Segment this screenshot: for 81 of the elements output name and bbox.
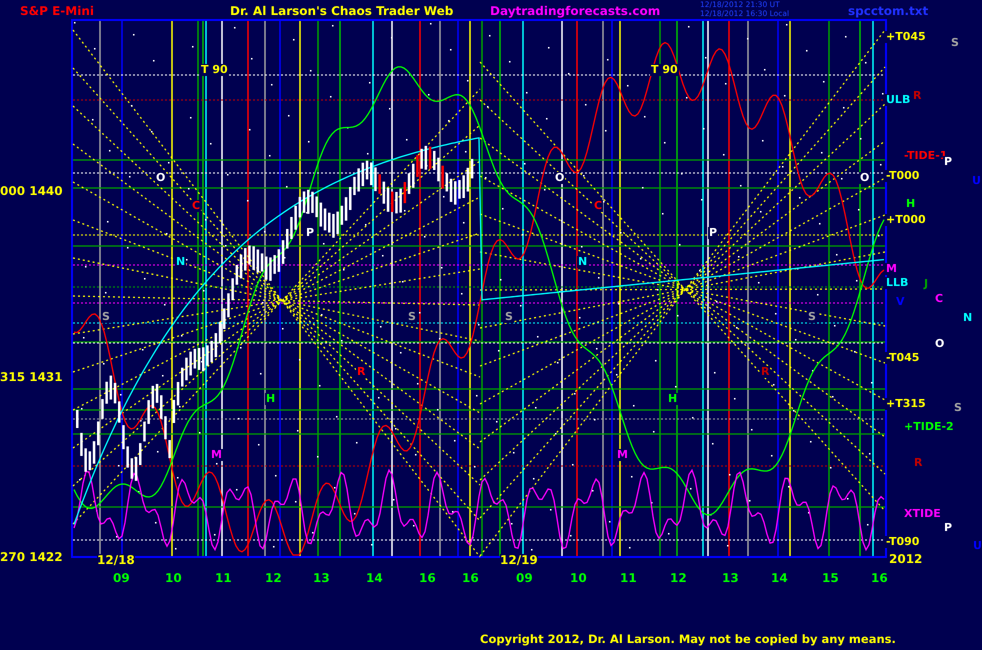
- price-candle: [181, 368, 184, 387]
- plot-label: O: [554, 172, 566, 184]
- plot-label: N: [577, 256, 588, 268]
- price-candle: [160, 395, 162, 419]
- level-label: J: [923, 278, 930, 290]
- price-candle: [118, 401, 120, 423]
- y-axis-label: 315 1431: [0, 371, 63, 384]
- level-label: C: [934, 293, 944, 306]
- level-label: S: [950, 37, 960, 50]
- plot-label: H: [265, 393, 276, 406]
- x-axis-label: 14: [366, 572, 383, 586]
- price-candle: [97, 421, 100, 446]
- price-candle: [307, 190, 310, 214]
- chart-title: Dr. Al Larson's Chaos Trader Web: [230, 5, 454, 18]
- price-candle: [433, 150, 436, 170]
- price-candle: [286, 228, 288, 249]
- x-axis-label: 12: [670, 572, 687, 586]
- year-label: 2012: [889, 553, 922, 566]
- x-axis-label: 11: [215, 572, 232, 586]
- x-axis-label: 11: [620, 572, 637, 586]
- x-axis-label: 09: [516, 572, 533, 586]
- level-label: +T045: [885, 31, 927, 44]
- plot-label: M: [616, 449, 629, 462]
- plot-label: O: [155, 172, 166, 184]
- level-label: -T000: [885, 170, 920, 182]
- y-axis-label: 270 1422: [0, 551, 63, 564]
- x-axis-label: 09: [113, 572, 130, 586]
- copyright-text: Copyright 2012, Dr. Al Larson. May not be copied by any means.: [480, 633, 896, 646]
- plot-label: P: [708, 227, 718, 240]
- price-candle: [349, 187, 352, 210]
- price-candle: [139, 443, 142, 466]
- price-candle: [391, 192, 394, 212]
- plot-label: R: [760, 366, 770, 378]
- x-axis-label: 12: [265, 572, 282, 586]
- y-axis-label: 000 1440: [0, 185, 63, 198]
- level-label: M: [885, 263, 898, 276]
- x-axis-label: 14: [771, 572, 788, 586]
- x-axis-label: 10: [570, 572, 587, 586]
- x-axis-label: 16: [871, 572, 888, 586]
- plot-label: R: [356, 366, 366, 378]
- level-label: LLB: [885, 277, 910, 290]
- level-label: -T045: [885, 352, 920, 364]
- x-axis-label: 16: [462, 572, 479, 586]
- x-axis-label: 13: [722, 572, 739, 586]
- level-label: U: [972, 540, 982, 552]
- price-candle: [202, 347, 204, 372]
- plot-label: T 90: [650, 64, 679, 76]
- level-label: S: [953, 402, 963, 414]
- chart-symbol: S&P E-Mini: [20, 5, 94, 18]
- level-label: ULB: [885, 94, 912, 106]
- price-candle: [328, 212, 330, 233]
- level-label: U: [971, 175, 982, 188]
- price-candle: [76, 410, 78, 428]
- x-axis-label: 16: [419, 572, 436, 586]
- level-label: +T000: [885, 214, 927, 226]
- x-axis-label: 13: [313, 572, 330, 586]
- price-candle: [244, 248, 246, 271]
- date-label: 12/18: [97, 554, 135, 568]
- plot-label: T 90: [200, 64, 229, 76]
- x-axis-label: 10: [165, 572, 182, 586]
- plot-label: O: [859, 172, 870, 184]
- date-label: 12/19: [500, 554, 538, 568]
- price-candle: [454, 181, 456, 205]
- price-candle: [370, 162, 372, 186]
- plot-label: S: [504, 311, 514, 324]
- plot-label: M: [210, 449, 223, 462]
- plot-label: N: [175, 256, 186, 268]
- site-name: Daytradingforecasts.com: [490, 5, 660, 18]
- x-axis-label: 15: [822, 572, 839, 586]
- plot-label: C: [191, 200, 202, 212]
- file-name: spcctom.txt: [848, 5, 928, 18]
- plot-label: S: [407, 311, 417, 324]
- price-candle: [265, 256, 268, 280]
- plot-label: S: [807, 311, 817, 324]
- level-label: O: [934, 338, 946, 350]
- price-candle: [412, 164, 414, 188]
- plot-label: S: [101, 311, 111, 324]
- plot-label: C: [593, 200, 604, 212]
- plot-label: H: [667, 393, 678, 406]
- level-label: -T090: [885, 536, 920, 548]
- level-label: +T315: [885, 398, 927, 410]
